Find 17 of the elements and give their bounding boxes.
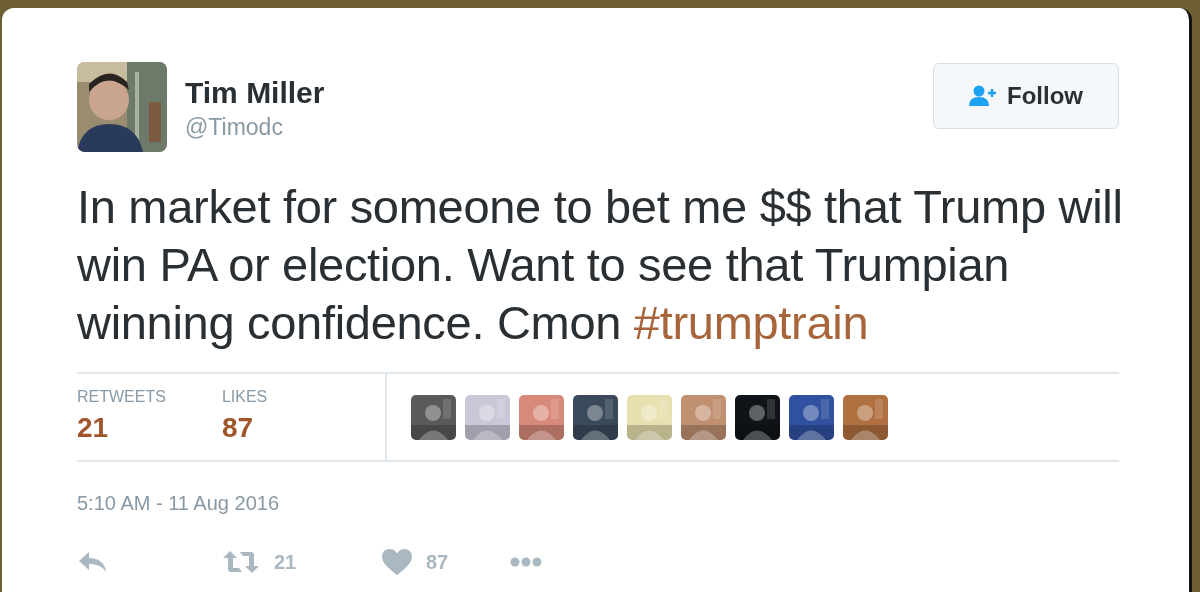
heart-icon[interactable] xyxy=(382,549,412,575)
follow-button[interactable]: Follow xyxy=(933,63,1119,129)
action-count: 21 xyxy=(274,550,297,574)
retweet-icon[interactable] xyxy=(222,549,260,575)
more-icon[interactable] xyxy=(510,557,542,567)
author-name[interactable]: Tim Miller xyxy=(185,76,933,110)
stat-count[interactable]: 21 xyxy=(77,412,166,444)
stat-label[interactable]: RETWEETS xyxy=(77,388,166,406)
stat-label[interactable]: LIKES xyxy=(221,388,268,406)
hashtag-link[interactable]: #trumptrain xyxy=(633,296,869,349)
timestamp[interactable]: 5:10 AM - 11 Aug 2016 xyxy=(77,492,1119,515)
add-user-icon xyxy=(969,85,999,107)
stat-count[interactable]: 87 xyxy=(221,412,268,444)
author-handle[interactable]: @Timodc xyxy=(185,114,933,141)
reply-icon[interactable] xyxy=(77,550,109,574)
action-count: 87 xyxy=(426,550,449,574)
tweet-text: In market for someone to bet me $$ that Trump will win PA or election. Want to see that Trumpian winning confidence. Cmon #trumptrain xyxy=(77,179,1124,351)
